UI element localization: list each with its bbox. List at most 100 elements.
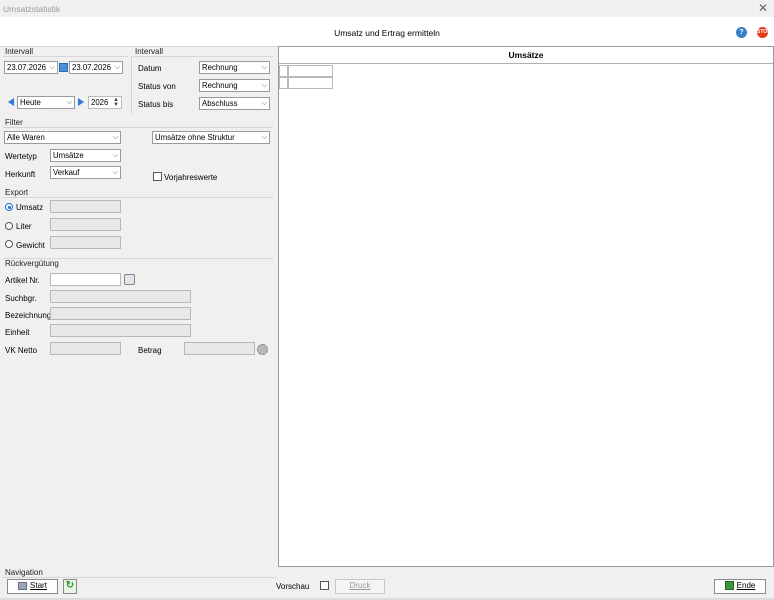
artikel-label: Artikel Nr. xyxy=(5,276,40,285)
chevron-down-icon: ⌵ xyxy=(112,134,118,141)
page-title: Umsatz und Ertrag ermitteln xyxy=(334,28,440,38)
betrag-field xyxy=(184,342,255,355)
chevron-down-icon: ⌵ xyxy=(114,64,120,71)
suchbgr-label: Suchbgr. xyxy=(5,294,37,303)
export-gewicht-radio[interactable] xyxy=(5,240,13,248)
chevron-down-icon: ⌵ xyxy=(112,152,118,159)
herkunft-label: Herkunft xyxy=(5,170,36,179)
herkunft-value: Verkauf xyxy=(53,168,80,177)
search-icon[interactable] xyxy=(124,274,135,285)
chevron-down-icon: ⌵ xyxy=(49,64,55,71)
status-von-label: Status von xyxy=(138,82,176,91)
header-bar: Umsatz und Ertrag ermitteln ? STOP xyxy=(0,17,774,47)
vorjahreswerte-label: Vorjahreswerte xyxy=(164,173,218,182)
einheit-label: Einheit xyxy=(5,328,30,337)
copy-date-icon[interactable] xyxy=(59,63,68,72)
divider xyxy=(3,258,273,259)
export-umsatz-label: Umsatz xyxy=(16,203,44,212)
divider xyxy=(133,56,273,57)
export-liter-field[interactable] xyxy=(50,218,121,231)
stepper-arrows-icon[interactable]: ▲ ▼ xyxy=(113,97,119,108)
period-select[interactable]: Heute ⌵ xyxy=(17,96,75,109)
exit-door-icon xyxy=(724,581,734,591)
date-from-picker[interactable]: 23.07.2026 ⌵ xyxy=(4,61,58,74)
status-von-select[interactable]: Rechnung ⌵ xyxy=(199,79,270,92)
export-umsatz-field[interactable] xyxy=(50,200,121,213)
herkunft-select[interactable]: Verkauf ⌵ xyxy=(50,166,121,179)
datum-select[interactable]: Rechnung ⌵ xyxy=(199,61,270,74)
row-header-cell xyxy=(279,77,288,89)
vorschau-checkbox[interactable] xyxy=(320,581,329,590)
goods-value: Alle Waren xyxy=(7,133,45,142)
intervall-left-label: Intervall xyxy=(5,47,34,56)
goods-select[interactable]: Alle Waren ⌵ xyxy=(4,131,121,144)
druck-label: Druck xyxy=(349,581,371,590)
ende-label: Ende xyxy=(736,581,756,590)
vorjahreswerte-checkbox[interactable] xyxy=(153,172,162,181)
chevron-down-icon: ⌵ xyxy=(66,99,72,106)
table-cell[interactable] xyxy=(288,77,333,89)
einheit-field xyxy=(50,324,191,337)
divider xyxy=(3,197,273,198)
chevron-down-icon: ⌵ xyxy=(261,64,267,71)
period-value: Heute xyxy=(20,98,41,107)
suchbgr-field xyxy=(50,290,191,303)
refresh-button[interactable]: ↻ xyxy=(63,579,77,594)
rueck-label: Rückvergütung xyxy=(5,259,59,268)
prev-period-icon[interactable] xyxy=(8,98,14,106)
export-liter-label: Liter xyxy=(16,222,32,231)
results-table[interactable]: Umsätze xyxy=(278,46,774,567)
divider xyxy=(3,56,128,57)
help-icon[interactable]: ? xyxy=(736,27,747,38)
start-button[interactable]: Start xyxy=(7,579,58,594)
date-from-value: 23.07.2026 xyxy=(7,63,47,72)
window-title: Umsatzstatistik xyxy=(3,4,61,14)
export-umsatz-radio[interactable] xyxy=(5,203,13,211)
vorschau-label: Vorschau xyxy=(276,582,310,591)
status-von-value: Rechnung xyxy=(202,81,238,90)
bezeichnung-field xyxy=(50,307,191,320)
wertetyp-label: Wertetyp xyxy=(5,152,37,161)
status-bis-value: Abschluss xyxy=(202,99,238,108)
vk-label: VK Netto xyxy=(5,346,38,355)
artikel-input[interactable] xyxy=(50,273,121,286)
intervall-right-label: Intervall xyxy=(135,47,164,56)
year-stepper[interactable]: 2026 ▲ ▼ xyxy=(88,96,122,109)
year-value: 2026 xyxy=(91,98,109,107)
refresh-icon: ↻ xyxy=(65,580,75,591)
table-title: Umsätze xyxy=(279,47,773,64)
window-titlebar: Umsatzstatistik ✕ xyxy=(0,0,774,17)
wertetyp-select[interactable]: Umsätze ⌵ xyxy=(50,149,121,162)
export-gewicht-label: Gewicht xyxy=(16,241,45,250)
divider xyxy=(131,56,132,114)
datum-label: Datum xyxy=(138,64,162,73)
date-to-picker[interactable]: 23.07.2026 ⌵ xyxy=(69,61,123,74)
row-header-cell xyxy=(279,65,288,77)
divider xyxy=(3,577,277,578)
date-to-value: 23.07.2026 xyxy=(72,63,112,72)
ende-button[interactable]: Ende xyxy=(714,579,766,594)
export-liter-radio[interactable] xyxy=(5,222,13,230)
datum-value: Rechnung xyxy=(202,63,238,72)
chevron-down-icon: ⌵ xyxy=(112,169,118,176)
wertetyp-value: Umsätze xyxy=(53,151,84,160)
status-bis-label: Status bis xyxy=(138,100,174,109)
gear-icon[interactable] xyxy=(257,344,268,355)
filter-label: Filter xyxy=(5,118,23,127)
druck-button[interactable]: Druck xyxy=(335,579,385,594)
status-bis-select[interactable]: Abschluss ⌵ xyxy=(199,97,270,110)
structure-value: Umsätze ohne Struktur xyxy=(155,133,235,142)
divider xyxy=(3,127,273,128)
vk-field xyxy=(50,342,121,355)
calculator-icon xyxy=(18,581,28,590)
bezeichnung-label: Bezeichnung xyxy=(5,311,52,320)
structure-select[interactable]: Umsätze ohne Struktur ⌵ xyxy=(152,131,270,144)
chevron-down-icon: ⌵ xyxy=(261,82,267,89)
navigation-label: Navigation xyxy=(5,568,43,577)
next-period-icon[interactable] xyxy=(78,98,84,106)
close-icon[interactable]: ✕ xyxy=(758,1,768,15)
export-gewicht-field[interactable] xyxy=(50,236,121,249)
chevron-down-icon: ⌵ xyxy=(261,100,267,107)
stop-icon[interactable]: STOP xyxy=(757,27,771,38)
table-cell[interactable] xyxy=(288,65,333,77)
